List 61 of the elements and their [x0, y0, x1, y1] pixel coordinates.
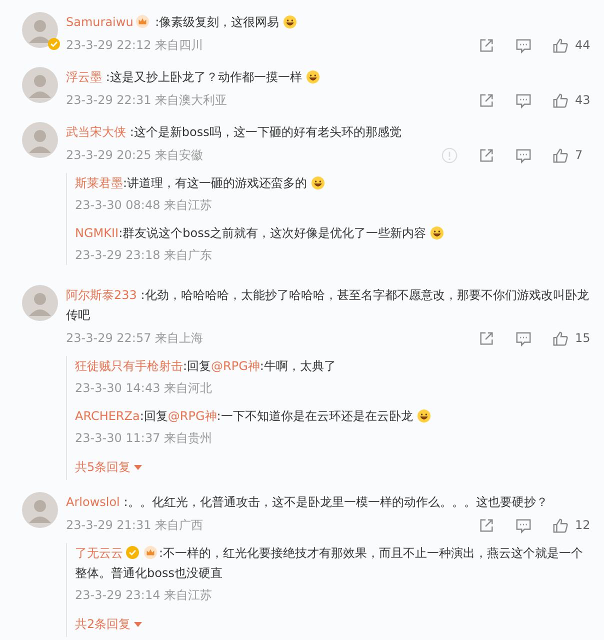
- reply-text: 了无云云 :不一样的，红光化要接绝技才有那效果，而且不止一种演出，燕云这个就是一个整体。普通化boss也没硬直: [75, 545, 584, 582]
- username-link[interactable]: Samuraiwu: [66, 15, 134, 29]
- username-link[interactable]: 斯莱君墨: [75, 176, 123, 190]
- like-button[interactable]: 44: [552, 36, 592, 54]
- reply-time: 23-3-30 11:37 来自贵州: [75, 430, 212, 446]
- avatar[interactable]: [22, 67, 58, 103]
- comment-icon[interactable]: [515, 92, 532, 108]
- username-link[interactable]: ARCHERZa: [75, 409, 140, 423]
- share-icon[interactable]: [478, 146, 495, 164]
- username-link[interactable]: 狂徒贼只有手枪射击: [75, 359, 183, 373]
- comment-text: Arlowslol :。。化红光，化普通攻击，这不是卧龙里一模一样的动作么。。。这也要硬抄？: [66, 494, 549, 511]
- comment-text: Samuraiwu :像素级复刻，这很网易: [66, 12, 592, 32]
- thumbs-up-icon[interactable]: [552, 36, 569, 54]
- thumbs-up-icon[interactable]: [552, 516, 569, 534]
- username-link[interactable]: 了无云云: [75, 546, 123, 560]
- reply-time: 23-3-29 23:18 来自广东: [75, 246, 212, 264]
- avatar[interactable]: [22, 122, 58, 158]
- thumbs-up-icon[interactable]: [552, 330, 569, 346]
- comment-icon[interactable]: [515, 146, 532, 164]
- like-button[interactable]: 7: [552, 146, 592, 164]
- thumbs-up-icon[interactable]: [552, 92, 569, 108]
- share-icon[interactable]: [478, 516, 495, 534]
- comment-icon[interactable]: [515, 36, 532, 54]
- username-link[interactable]: 武当宋大侠: [66, 125, 126, 139]
- comment-text: 武当宋大侠 :这个是新boss吗，这一下砸的好有老头环的那感觉: [66, 124, 402, 141]
- like-button[interactable]: 15: [552, 330, 592, 346]
- more-replies-link[interactable]: 共5条回复: [75, 459, 142, 476]
- comment-time: 23-3-29 22:31 来自澳大利亚: [66, 92, 228, 108]
- username-link[interactable]: 浮云墨: [66, 70, 102, 84]
- avatar[interactable]: [22, 285, 58, 321]
- username-link[interactable]: NGMKII: [75, 226, 119, 240]
- username-link[interactable]: 阿尔斯泰233: [66, 288, 137, 302]
- comment-time: 23-3-29 22:12 来自四川: [66, 36, 204, 54]
- like-button[interactable]: 43: [552, 92, 592, 108]
- share-icon[interactable]: [478, 92, 495, 108]
- comment-icon[interactable]: [515, 330, 532, 346]
- reply-text: ARCHERZa:回复@RPG神:一下不知道你是在云环还是在云卧龙: [75, 406, 592, 426]
- comment-icon[interactable]: [515, 516, 532, 534]
- reply-text: 斯莱君墨:讲道理，有这一砸的游戏还蛮多的: [75, 173, 592, 193]
- comment-time: 23-3-29 20:25 来自安徽: [66, 146, 204, 164]
- reply-time: 23-3-30 08:48 来自江苏: [75, 196, 212, 214]
- username-link[interactable]: Arlowslol: [66, 495, 120, 509]
- comment-time: 23-3-29 22:57 来自上海: [66, 330, 204, 346]
- caret-icon: [134, 464, 142, 470]
- avatar[interactable]: [22, 492, 58, 528]
- reply-text: 狂徒贼只有手枪射击:回复@RPG神:牛啊，太典了: [75, 358, 337, 375]
- comment-text: 阿尔斯泰233 :化劲，哈哈哈哈，太能抄了哈哈哈，甚至名字都不愿意改，那要不你们游戏改叫卧龙传吧: [66, 287, 590, 324]
- thumbs-up-icon[interactable]: [552, 146, 569, 164]
- share-icon[interactable]: [478, 36, 495, 54]
- share-icon[interactable]: [478, 330, 495, 346]
- caret-icon: [134, 622, 142, 628]
- reply-text: NGMKII:群友说这个boss之前就有，这次好像是优化了一些新内容: [75, 223, 592, 243]
- reply-time: 23-3-30 14:43 来自河北: [75, 380, 212, 396]
- like-button[interactable]: 12: [552, 516, 592, 534]
- mention-link[interactable]: @RPG神: [168, 409, 217, 423]
- comment-text: 浮云墨 :这是又抄上卧龙了？动作都一摸一样: [66, 67, 592, 87]
- avatar[interactable]: [22, 12, 58, 48]
- mention-link[interactable]: @RPG神: [211, 359, 260, 373]
- comment-time: 23-3-29 21:31 来自广西: [66, 516, 204, 534]
- more-replies-link[interactable]: 共2条回复: [75, 616, 142, 633]
- reply-time: 23-3-29 23:14 来自江苏: [75, 586, 212, 604]
